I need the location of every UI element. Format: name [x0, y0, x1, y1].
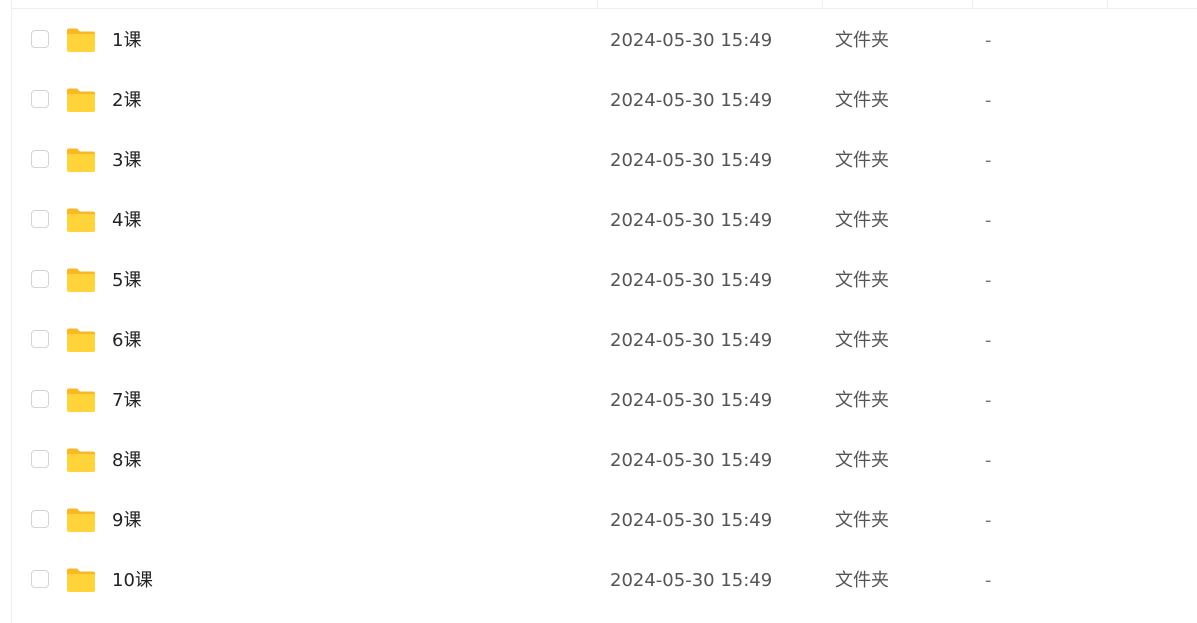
file-name[interactable]: 2课: [112, 90, 141, 112]
column-divider-date[interactable]: [597, 0, 598, 8]
folder-icon: [67, 448, 95, 472]
folder-icon: [67, 328, 95, 352]
file-list: 1课 2024-05-30 15:49 文件夹 - 2课 2024-05-30 …: [12, 10, 1197, 610]
file-size: -: [985, 450, 992, 471]
file-row[interactable]: 2课 2024-05-30 15:49 文件夹 -: [12, 70, 1197, 130]
folder-icon: [67, 28, 95, 52]
row-checkbox[interactable]: [31, 210, 49, 228]
file-row[interactable]: 3课 2024-05-30 15:49 文件夹 -: [12, 130, 1197, 190]
file-size: -: [985, 270, 992, 291]
file-list-page: 1课 2024-05-30 15:49 文件夹 - 2课 2024-05-30 …: [0, 0, 1197, 623]
file-name[interactable]: 3课: [112, 150, 141, 172]
file-name[interactable]: 4课: [112, 210, 141, 232]
file-modified-date: 2024-05-30 15:49: [610, 510, 773, 531]
file-type: 文件夹: [835, 210, 889, 231]
column-divider-type[interactable]: [822, 0, 823, 8]
file-name[interactable]: 8课: [112, 450, 141, 472]
file-type: 文件夹: [835, 330, 889, 351]
folder-icon: [67, 388, 95, 412]
file-row[interactable]: 8课 2024-05-30 15:49 文件夹 -: [12, 430, 1197, 490]
file-row[interactable]: 4课 2024-05-30 15:49 文件夹 -: [12, 190, 1197, 250]
folder-icon: [67, 508, 95, 532]
file-modified-date: 2024-05-30 15:49: [610, 90, 773, 111]
file-size: -: [985, 90, 992, 111]
file-modified-date: 2024-05-30 15:49: [610, 150, 773, 171]
column-divider-size[interactable]: [972, 0, 973, 8]
row-checkbox[interactable]: [31, 30, 49, 48]
file-row[interactable]: 6课 2024-05-30 15:49 文件夹 -: [12, 310, 1197, 370]
file-modified-date: 2024-05-30 15:49: [610, 30, 773, 51]
file-size: -: [985, 570, 992, 591]
row-checkbox[interactable]: [31, 270, 49, 288]
file-row[interactable]: 1课 2024-05-30 15:49 文件夹 -: [12, 10, 1197, 70]
row-checkbox[interactable]: [31, 450, 49, 468]
file-modified-date: 2024-05-30 15:49: [610, 270, 773, 291]
file-row[interactable]: 9课 2024-05-30 15:49 文件夹 -: [12, 490, 1197, 550]
file-size: -: [985, 330, 992, 351]
file-row[interactable]: 5课 2024-05-30 15:49 文件夹 -: [12, 250, 1197, 310]
folder-icon: [67, 268, 95, 292]
file-row[interactable]: 10课 2024-05-30 15:49 文件夹 -: [12, 550, 1197, 610]
file-modified-date: 2024-05-30 15:49: [610, 390, 773, 411]
file-size: -: [985, 150, 992, 171]
file-type: 文件夹: [835, 510, 889, 531]
row-checkbox[interactable]: [31, 150, 49, 168]
file-type: 文件夹: [835, 30, 889, 51]
file-modified-date: 2024-05-30 15:49: [610, 450, 773, 471]
file-type: 文件夹: [835, 270, 889, 291]
file-name[interactable]: 5课: [112, 270, 141, 292]
file-size: -: [985, 510, 992, 531]
file-size: -: [985, 30, 992, 51]
file-name[interactable]: 7课: [112, 390, 141, 412]
row-checkbox[interactable]: [31, 90, 49, 108]
file-row[interactable]: 7课 2024-05-30 15:49 文件夹 -: [12, 370, 1197, 430]
folder-icon: [67, 568, 95, 592]
file-name[interactable]: 9课: [112, 510, 141, 532]
file-type: 文件夹: [835, 390, 889, 411]
row-checkbox[interactable]: [31, 510, 49, 528]
column-divider-end[interactable]: [1107, 0, 1108, 8]
file-type: 文件夹: [835, 90, 889, 111]
row-checkbox[interactable]: [31, 390, 49, 408]
table-header: [12, 0, 1197, 9]
file-modified-date: 2024-05-30 15:49: [610, 330, 773, 351]
file-size: -: [985, 210, 992, 231]
folder-icon: [67, 208, 95, 232]
file-type: 文件夹: [835, 150, 889, 171]
folder-icon: [67, 88, 95, 112]
file-size: -: [985, 390, 992, 411]
folder-icon: [67, 148, 95, 172]
row-checkbox[interactable]: [31, 330, 49, 348]
file-modified-date: 2024-05-30 15:49: [610, 570, 773, 591]
file-type: 文件夹: [835, 450, 889, 471]
file-modified-date: 2024-05-30 15:49: [610, 210, 773, 231]
file-type: 文件夹: [835, 570, 889, 591]
file-name[interactable]: 10课: [112, 570, 153, 592]
file-name[interactable]: 6课: [112, 330, 141, 352]
file-name[interactable]: 1课: [112, 30, 141, 52]
row-checkbox[interactable]: [31, 570, 49, 588]
